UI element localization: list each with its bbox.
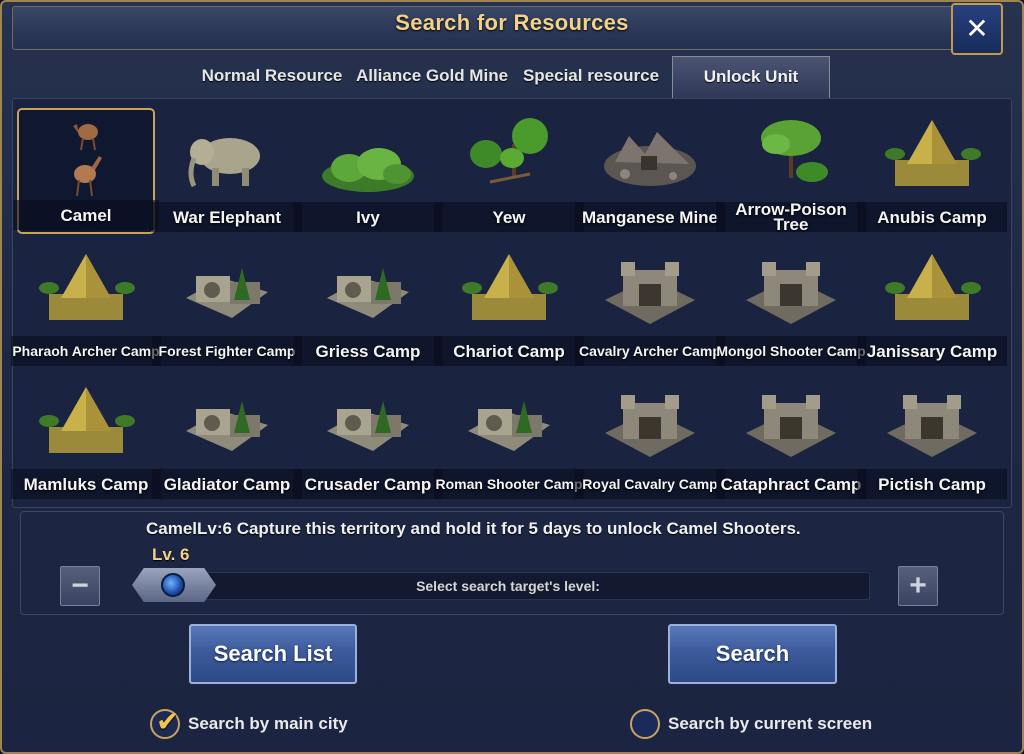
fortress-camp-icon: [186, 401, 268, 451]
resource-item-cavalry-archer-camp[interactable]: Cavalry Archer Camp: [575, 242, 725, 368]
resource-item-gladiator-camp[interactable]: Gladiator Camp: [152, 375, 302, 501]
fortress-camp-icon: [468, 401, 550, 451]
pyramid-camp-icon: [885, 120, 981, 186]
camel-icon: [73, 124, 102, 197]
elephant-icon: [188, 138, 260, 188]
close-button[interactable]: ✕: [951, 3, 1003, 55]
ivy-icon: [322, 148, 414, 192]
resource-label: Yew: [434, 202, 584, 232]
resource-label: Janissary Camp: [857, 336, 1007, 366]
tree-icon: [761, 120, 828, 182]
fortress-camp-icon: [327, 401, 409, 451]
resource-label: Chariot Camp: [434, 336, 584, 366]
tab-normal-resource[interactable]: Normal Resource: [196, 56, 348, 98]
pyramid-camp-icon: [39, 387, 135, 453]
dialog-title: Search for Resources: [395, 10, 629, 35]
resource-label: Camel: [13, 200, 159, 230]
resource-label: Ivy: [293, 202, 443, 232]
resource-label: Roman Shooter Camp: [434, 469, 584, 499]
resource-label: Manganese Mine: [575, 202, 725, 232]
resource-item-arrow-poison-tree[interactable]: Arrow-Poison Tree: [716, 108, 866, 234]
option-label: Search by main city: [188, 714, 348, 733]
resource-item-griess-camp[interactable]: Griess Camp: [293, 242, 443, 368]
resource-item-crusader-camp[interactable]: Crusader Camp: [293, 375, 443, 501]
level-label: Lv. 6: [152, 545, 190, 564]
resource-label: War Elephant: [152, 202, 302, 232]
search-button[interactable]: Search: [668, 624, 837, 684]
resource-label: Pharaoh Archer Camp: [11, 336, 161, 366]
resource-label: Mongol Shooter Camp: [716, 336, 866, 366]
tab-unlock-unit[interactable]: Unlock Unit: [672, 56, 830, 98]
resource-item-forest-fighter-camp[interactable]: Forest Fighter Camp: [152, 242, 302, 368]
resource-item-manganese-mine[interactable]: Manganese Mine: [575, 108, 725, 234]
tab-bar: Normal Resource Alliance Gold Mine Speci…: [0, 56, 1024, 98]
mine-icon: [604, 132, 696, 186]
resource-item-pictish-camp[interactable]: Pictish Camp: [857, 375, 1007, 501]
resource-label: Crusader Camp: [293, 469, 443, 499]
yew-icon: [470, 118, 548, 184]
slider-gem-icon: [161, 573, 185, 597]
resource-label: Royal Cavalry Camp: [575, 469, 725, 499]
stone-camp-icon: [746, 395, 836, 457]
tab-special-resource[interactable]: Special resource: [516, 56, 666, 98]
option-main-city[interactable]: ✔ Search by main city: [150, 706, 348, 740]
stone-camp-icon: [605, 395, 695, 457]
resource-item-anubis-camp[interactable]: Anubis Camp: [857, 108, 1007, 234]
resource-item-cataphract-camp[interactable]: Cataphract Camp: [716, 375, 866, 501]
resource-item-pharaoh-archer-camp[interactable]: Pharaoh Archer Camp: [11, 242, 161, 368]
resource-label: Cataphract Camp: [716, 469, 866, 499]
stone-camp-icon: [746, 262, 836, 324]
resource-item-mongol-shooter-camp[interactable]: Mongol Shooter Camp: [716, 242, 866, 368]
slider-caption: Select search target's level:: [416, 578, 600, 594]
tab-alliance-gold-mine[interactable]: Alliance Gold Mine: [352, 56, 512, 98]
resource-item-war-elephant[interactable]: War Elephant: [152, 108, 302, 234]
resource-item-royal-cavalry-camp[interactable]: Royal Cavalry Camp: [575, 375, 725, 501]
resource-item-chariot-camp[interactable]: Chariot Camp: [434, 242, 584, 368]
current-screen-radio[interactable]: [630, 709, 660, 739]
resource-item-camel[interactable]: Camel: [13, 108, 159, 234]
resource-label: Arrow-Poison Tree: [716, 201, 866, 233]
pyramid-camp-icon: [39, 254, 135, 320]
resource-label: Cavalry Archer Camp: [575, 336, 725, 366]
resource-label: Mamluks Camp: [11, 469, 161, 499]
fortress-camp-icon: [186, 268, 268, 318]
option-label: Search by current screen: [668, 714, 873, 733]
main-city-checkbox[interactable]: ✔: [150, 706, 180, 739]
option-current-screen[interactable]: Search by current screen: [630, 708, 872, 740]
resource-label: Forest Fighter Camp: [152, 336, 302, 366]
search-list-button[interactable]: Search List: [189, 624, 357, 684]
close-icon: ✕: [965, 13, 989, 44]
resource-item-roman-shooter-camp[interactable]: Roman Shooter Camp: [434, 375, 584, 501]
resource-item-ivy[interactable]: Ivy: [293, 108, 443, 234]
stone-camp-icon: [605, 262, 695, 324]
checkmark-icon: ✔: [156, 706, 180, 737]
resource-label: Griess Camp: [293, 336, 443, 366]
stone-camp-icon: [887, 395, 977, 457]
resource-label: Gladiator Camp: [152, 469, 302, 499]
resource-item-janissary-camp[interactable]: Janissary Camp: [857, 242, 1007, 368]
resource-item-yew[interactable]: Yew: [434, 108, 584, 234]
increase-level-button[interactable]: +: [898, 566, 938, 606]
resource-label: Anubis Camp: [857, 202, 1007, 232]
fortress-camp-icon: [327, 268, 409, 318]
resource-item-mamluks-camp[interactable]: Mamluks Camp: [11, 375, 161, 501]
resource-label: Pictish Camp: [857, 469, 1007, 499]
pyramid-camp-icon: [462, 254, 558, 320]
decrease-level-button[interactable]: −: [60, 566, 100, 606]
unlock-description: CamelLv:6 Capture this territory and hol…: [146, 519, 801, 538]
pyramid-camp-icon: [885, 254, 981, 320]
